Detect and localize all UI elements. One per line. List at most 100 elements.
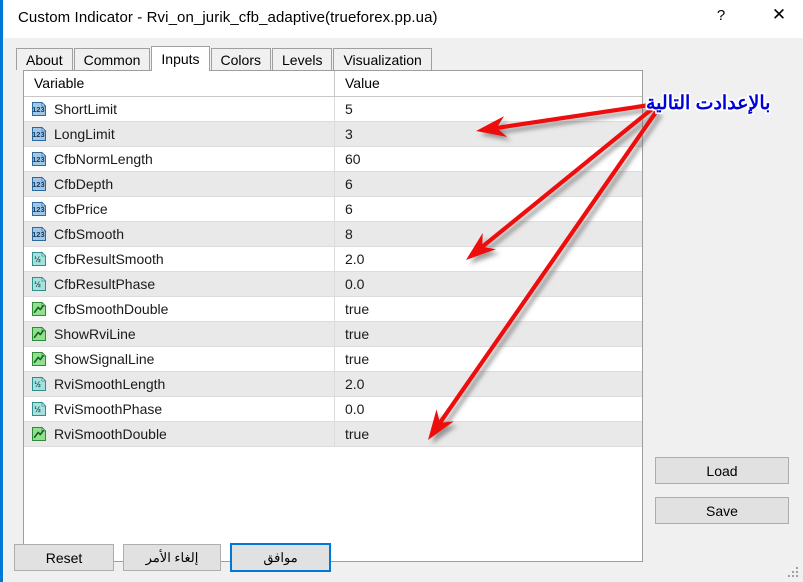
value-cell[interactable]: 0.0 (335, 397, 642, 421)
variable-name: CfbResultPhase (54, 276, 156, 292)
variable-cell: ½ CfbResultSmooth (24, 247, 335, 271)
value-cell[interactable]: true (335, 322, 642, 346)
help-button[interactable]: ? (698, 0, 744, 30)
table-row[interactable]: CfbSmoothDouble true (24, 297, 642, 322)
variable-cell: ½ CfbResultPhase (24, 272, 335, 296)
table-row[interactable]: ShowRviLine true (24, 322, 642, 347)
variable-name: ShortLimit (54, 101, 118, 117)
title-bar: Custom Indicator - Rvi_on_jurik_cfb_adap… (4, 0, 803, 38)
variable-name: CfbNormLength (54, 151, 153, 167)
double-icon: ½ (31, 276, 47, 292)
boolean-icon (31, 351, 47, 367)
svg-text:123: 123 (32, 230, 45, 239)
double-icon: ½ (31, 401, 47, 417)
svg-text:123: 123 (32, 130, 45, 139)
table-row[interactable]: 123 CfbSmooth 8 (24, 222, 642, 247)
variable-cell: 123 CfbDepth (24, 172, 335, 196)
value-cell[interactable]: true (335, 347, 642, 371)
integer-icon: 123 (31, 226, 47, 242)
table-row[interactable]: 123 CfbNormLength 60 (24, 147, 642, 172)
table-row[interactable]: ShowSignalLine true (24, 347, 642, 372)
integer-icon: 123 (31, 101, 47, 117)
table-row[interactable]: ½ RviSmoothPhase 0.0 (24, 397, 642, 422)
svg-text:½: ½ (34, 255, 41, 264)
svg-text:123: 123 (32, 155, 45, 164)
svg-text:123: 123 (32, 180, 45, 189)
tab-about[interactable]: About (16, 48, 73, 70)
tab-common[interactable]: Common (73, 48, 151, 70)
variable-name: LongLimit (54, 126, 115, 142)
tab-strip: About Common Inputs Colors Levels Visualizati… (16, 46, 433, 71)
cancel-button[interactable]: إلغاء الأمر (123, 544, 221, 571)
table-row[interactable]: 123 CfbPrice 6 (24, 197, 642, 222)
table-row[interactable]: ½ CfbResultPhase 0.0 (24, 272, 642, 297)
ok-button[interactable]: موافق (230, 543, 331, 572)
tab-levels[interactable]: Levels (272, 48, 333, 70)
variable-cell: CfbSmoothDouble (24, 297, 335, 321)
table-row[interactable]: 123 ShortLimit 5 (24, 97, 642, 122)
integer-icon: 123 (31, 176, 47, 192)
column-header-variable: Variable (24, 71, 335, 96)
reset-button[interactable]: Reset (14, 544, 114, 571)
variable-cell: ShowRviLine (24, 322, 335, 346)
load-button[interactable]: Load (655, 457, 789, 484)
svg-text:123: 123 (32, 105, 45, 114)
value-cell[interactable]: true (335, 297, 642, 321)
variable-cell: 123 CfbNormLength (24, 147, 335, 171)
window-title: Custom Indicator - Rvi_on_jurik_cfb_adap… (18, 9, 438, 26)
svg-text:½: ½ (34, 280, 41, 289)
variable-name: CfbSmooth (54, 226, 125, 242)
value-cell[interactable]: 2.0 (335, 247, 642, 271)
variable-cell: RviSmoothDouble (24, 422, 335, 446)
value-cell[interactable]: 3 (335, 122, 642, 146)
dialog-client-area: About Common Inputs Colors Levels Visualizati… (4, 38, 803, 582)
table-row[interactable]: RviSmoothDouble true (24, 422, 642, 447)
variable-cell: 123 CfbPrice (24, 197, 335, 221)
variable-name: RviSmoothDouble (54, 426, 167, 442)
tab-visualization[interactable]: Visualization (333, 48, 432, 70)
variable-cell: ½ RviSmoothLength (24, 372, 335, 396)
table-row[interactable]: ½ CfbResultSmooth 2.0 (24, 247, 642, 272)
column-header-value: Value (345, 75, 380, 91)
value-cell[interactable]: 8 (335, 222, 642, 246)
variable-cell: 123 ShortLimit (24, 97, 335, 121)
variable-name: CfbSmoothDouble (54, 301, 169, 317)
boolean-icon (31, 426, 47, 442)
tab-colors[interactable]: Colors (210, 48, 271, 70)
inputs-table-panel: Variable Value 123 ShortLimit 5 123 LongLim… (23, 70, 643, 562)
integer-icon: 123 (31, 151, 47, 167)
variable-cell: 123 CfbSmooth (24, 222, 335, 246)
value-cell[interactable]: 6 (335, 172, 642, 196)
table-row[interactable]: ½ RviSmoothLength 2.0 (24, 372, 642, 397)
custom-indicator-dialog: Custom Indicator - Rvi_on_jurik_cfb_adap… (0, 0, 803, 582)
table-header-row: Variable Value (24, 71, 642, 97)
value-cell[interactable]: true (335, 422, 642, 446)
resize-grip[interactable] (788, 567, 800, 579)
table-row[interactable]: 123 CfbDepth 6 (24, 172, 642, 197)
variable-cell: 123 LongLimit (24, 122, 335, 146)
variable-name: RviSmoothPhase (54, 401, 163, 417)
value-cell[interactable]: 0.0 (335, 272, 642, 296)
variable-name: ShowRviLine (54, 326, 136, 342)
variable-name: CfbPrice (54, 201, 108, 217)
table-row[interactable]: 123 LongLimit 3 (24, 122, 642, 147)
value-cell[interactable]: 6 (335, 197, 642, 221)
boolean-icon (31, 301, 47, 317)
svg-text:123: 123 (32, 205, 45, 214)
double-icon: ½ (31, 376, 47, 392)
value-cell[interactable]: 60 (335, 147, 642, 171)
variable-name: CfbResultSmooth (54, 251, 164, 267)
variable-cell: ShowSignalLine (24, 347, 335, 371)
variable-name: ShowSignalLine (54, 351, 155, 367)
value-cell[interactable]: 5 (335, 97, 642, 121)
svg-text:½: ½ (34, 405, 41, 414)
boolean-icon (31, 326, 47, 342)
variable-name: RviSmoothLength (54, 376, 166, 392)
variable-cell: ½ RviSmoothPhase (24, 397, 335, 421)
tab-inputs[interactable]: Inputs (151, 46, 210, 71)
value-cell[interactable]: 2.0 (335, 372, 642, 396)
svg-text:½: ½ (34, 380, 41, 389)
double-icon: ½ (31, 251, 47, 267)
save-button[interactable]: Save (655, 497, 789, 524)
close-button[interactable]: ✕ (756, 0, 802, 30)
